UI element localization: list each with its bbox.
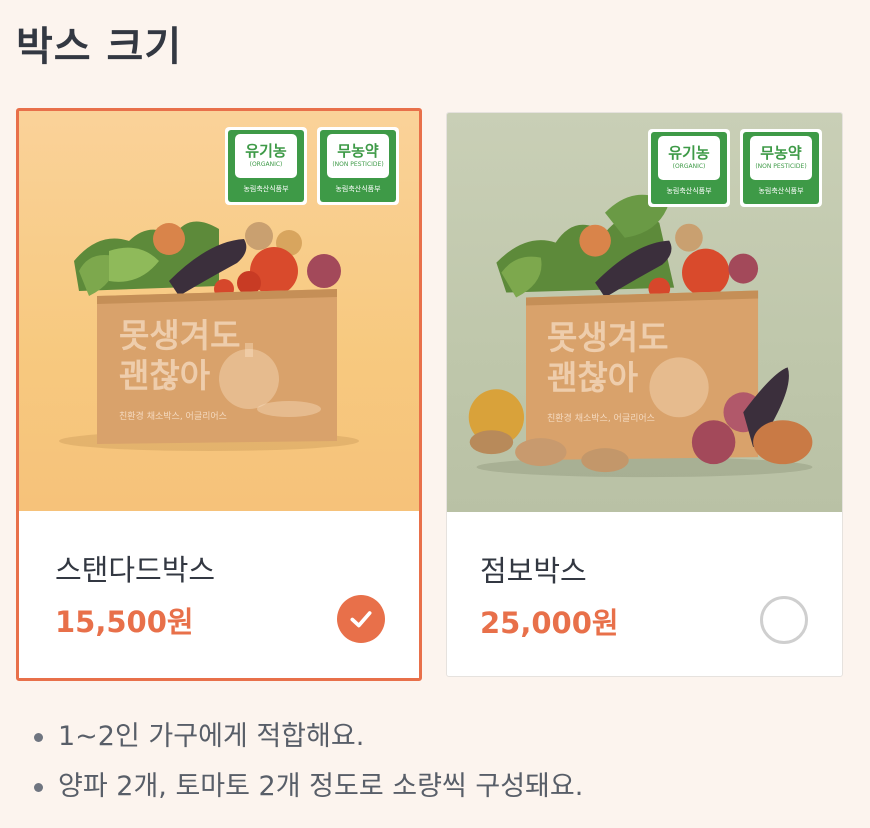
non-pesticide-badge: 무농약 (NON PESTICIDE) 농림축산식품부 xyxy=(740,129,822,207)
organic-badge: 유기농 (ORGANIC) 농림축산식품부 xyxy=(648,129,730,207)
selected-check-icon[interactable] xyxy=(337,595,385,643)
unselected-radio-icon[interactable] xyxy=(760,596,808,644)
section-title: 박스 크기 xyxy=(16,24,183,70)
box-print-line1: 못생겨도 xyxy=(547,318,669,357)
box-option-jumbo[interactable]: 못생겨도 괜찮아 친환경 채소박스, 어글리어스 유기농 (ORGANIC) 농… xyxy=(446,112,843,677)
box-name: 점보박스 xyxy=(480,554,587,588)
box-notes-list: 1~2인 가구에게 적합해요. 양파 2개, 토마토 2개 정도로 소량씩 구성… xyxy=(34,712,583,812)
box-name: 스탠다드박스 xyxy=(55,553,216,587)
organic-badge: 유기농 (ORGANIC) 농림축산식품부 xyxy=(225,127,307,205)
box-print-small: 친환경 채소박스, 어글리어스 xyxy=(119,412,227,422)
product-image: 못생겨도 괜찮아 친환경 채소박스, 어글리어스 유기농 (ORGANIC) 농… xyxy=(447,113,842,512)
note-item: 1~2인 가구에게 적합해요. xyxy=(34,712,583,762)
box-print-small: 친환경 채소박스, 어글리어스 xyxy=(547,414,655,424)
box-option-standard[interactable]: 못생겨도 괜찮아 친환경 채소박스, 어글리어스 유기농 (ORGANIC) 농… xyxy=(16,108,422,681)
certification-badges: 유기농 (ORGANIC) 농림축산식품부 무농약 (NON PESTICIDE… xyxy=(648,129,822,207)
non-pesticide-badge: 무농약 (NON PESTICIDE) 농림축산식품부 xyxy=(317,127,399,205)
box-print-line2: 괜찮아 xyxy=(119,356,211,395)
product-image: 못생겨도 괜찮아 친환경 채소박스, 어글리어스 유기농 (ORGANIC) 농… xyxy=(19,111,419,511)
note-item: 양파 2개, 토마토 2개 정도로 소량씩 구성돼요. xyxy=(34,762,583,812)
box-price: 15,500원 xyxy=(55,605,194,639)
box-print-line1: 못생겨도 xyxy=(119,316,241,355)
box-price: 25,000원 xyxy=(480,606,619,640)
box-print-line2: 괜찮아 xyxy=(547,358,639,397)
certification-badges: 유기농 (ORGANIC) 농림축산식품부 무농약 (NON PESTICIDE… xyxy=(225,127,399,205)
